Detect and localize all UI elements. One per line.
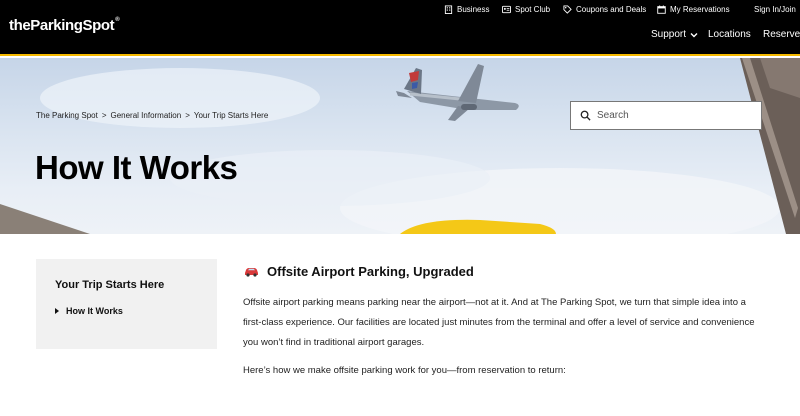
left-roof-image: [0, 204, 90, 234]
hero-photo: [0, 58, 800, 234]
search-icon: [580, 110, 591, 121]
my-reservations-label: My Reservations: [670, 4, 730, 14]
brand-reg-mark: ®: [115, 17, 120, 23]
airplane-image: [396, 64, 519, 121]
sidebar-item-how-it-works[interactable]: How It Works: [55, 306, 123, 316]
page-title: How It Works: [35, 149, 238, 186]
support-label: Support: [651, 29, 687, 40]
sign-in-label: Sign In/Join: [754, 4, 796, 14]
calendar-icon: [657, 4, 666, 14]
coupons-link[interactable]: Coupons and Deals: [563, 3, 646, 15]
caret-right-icon: [55, 308, 59, 314]
breadcrumb-current[interactable]: Your Trip Starts Here: [194, 111, 268, 120]
spot-club-link[interactable]: Spot Club: [502, 3, 550, 15]
sidebar-item-label: How It Works: [66, 306, 123, 316]
search-input[interactable]: [597, 110, 757, 121]
section-heading: Offsite Airport Parking, Upgraded: [267, 264, 474, 279]
sign-in-link[interactable]: Sign In/Join: [754, 3, 796, 15]
search-box[interactable]: [570, 101, 762, 130]
reserve-link[interactable]: Reserve: [763, 29, 800, 40]
breadcrumb: The Parking Spot > General Information >…: [36, 111, 268, 120]
my-reservations-link[interactable]: My Reservations: [657, 3, 730, 15]
business-label: Business: [457, 4, 490, 14]
sidebar: Your Trip Starts Here How It Works: [36, 259, 217, 349]
reserve-label: Reserve: [763, 29, 800, 40]
sidebar-title: Your Trip Starts Here: [55, 279, 165, 291]
lead-in-paragraph: Here’s how we make offsite parking work …: [243, 365, 566, 376]
locations-link[interactable]: Locations: [708, 29, 751, 40]
business-link[interactable]: Business: [444, 3, 489, 15]
breadcrumb-separator: >: [101, 111, 107, 120]
id-card-icon: [502, 5, 511, 13]
locations-label: Locations: [708, 29, 751, 40]
building-icon: [444, 4, 453, 14]
breadcrumb-home[interactable]: The Parking Spot: [36, 111, 98, 120]
brand-logo[interactable]: theParkingSpot®: [9, 17, 120, 34]
content-heading: Offsite Airport Parking, Upgraded: [244, 264, 474, 279]
hero-banner: The Parking Spot > General Information >…: [0, 58, 800, 234]
car-icon: [245, 268, 258, 277]
top-nav: theParkingSpot® Business Spot Club Coupo…: [0, 0, 800, 56]
tag-icon: [563, 4, 572, 14]
chevron-down-icon: [690, 32, 698, 37]
coupons-label: Coupons and Deals: [576, 4, 647, 14]
breadcrumb-separator: >: [185, 111, 190, 120]
brand-name: theParkingSpot: [9, 17, 115, 34]
intro-paragraph: Offsite airport parking means parking ne…: [243, 297, 755, 348]
support-menu[interactable]: Support: [651, 29, 698, 40]
breadcrumb-general-information[interactable]: General Information: [110, 111, 181, 120]
spot-club-label: Spot Club: [515, 4, 551, 14]
